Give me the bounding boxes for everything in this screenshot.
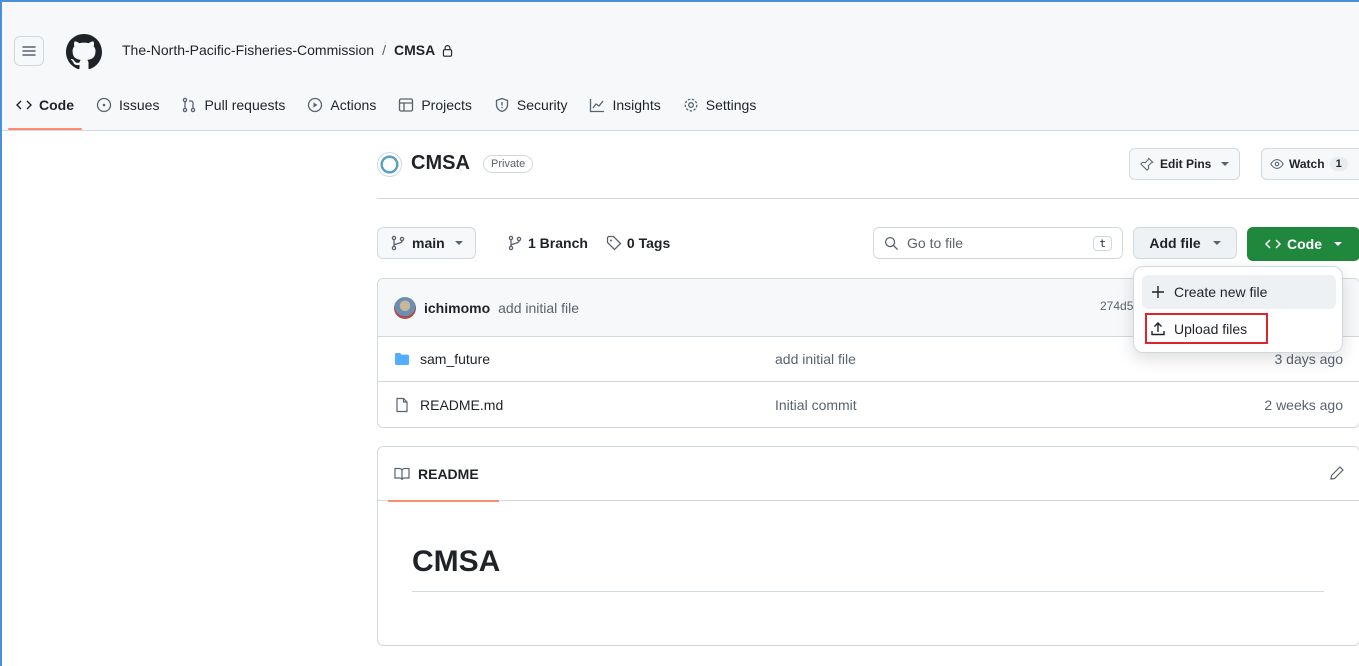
readme-body: CMSA <box>378 501 1359 592</box>
breadcrumb: The-North-Pacific-Fisheries-Commission /… <box>122 42 454 58</box>
branch-tag-info: 1 Branch 0 Tags <box>507 235 670 251</box>
plus-icon <box>1152 286 1164 298</box>
edit-pins-label: Edit Pins <box>1160 157 1212 171</box>
tab-actions[interactable]: Actions <box>299 86 384 124</box>
chevron-down-icon <box>1221 162 1230 166</box>
lock-icon <box>443 44 453 57</box>
readme-header: README <box>378 447 1359 502</box>
avatar[interactable] <box>394 296 416 319</box>
file-name[interactable]: sam_future <box>420 351 490 367</box>
code-icon <box>16 100 32 110</box>
go-to-file-input[interactable]: Go to file t <box>873 227 1123 259</box>
file-age: 3 days ago <box>1274 351 1344 367</box>
github-logo-icon[interactable] <box>66 34 102 70</box>
readme-tab[interactable]: README <box>388 447 499 502</box>
readme-tab-label: README <box>418 465 479 482</box>
table-icon <box>399 98 414 112</box>
owner-link[interactable]: The-North-Pacific-Fisheries-Commission <box>122 42 374 58</box>
tags-link[interactable]: 0 Tags <box>627 235 670 251</box>
issue-icon <box>96 97 112 113</box>
tab-security[interactable]: Security <box>486 86 576 124</box>
go-to-file-placeholder: Go to file <box>907 235 964 251</box>
main-content: CMSA Private Edit Pins Watch 1 main 1 Br <box>377 131 1359 666</box>
file-age: 2 weeks ago <box>1264 396 1343 413</box>
tab-label: Code <box>39 97 74 113</box>
page-frame: The-North-Pacific-Fisheries-Commission /… <box>0 0 1359 666</box>
play-icon <box>308 97 323 113</box>
shield-icon <box>495 97 509 113</box>
code-icon <box>1265 239 1281 249</box>
repo-title-bar: CMSA Private Edit Pins Watch 1 <box>377 131 1359 199</box>
edit-pins-button[interactable]: Edit Pins <box>1129 148 1241 180</box>
gear-icon <box>684 98 698 112</box>
tab-label: Actions <box>330 97 377 113</box>
tab-label: Issues <box>119 97 160 113</box>
tab-projects[interactable]: Projects <box>390 86 480 124</box>
tab-label: Settings <box>705 97 757 113</box>
create-new-file-item[interactable]: Create new file <box>1142 275 1336 309</box>
tab-label: Security <box>516 97 568 113</box>
repo-tabs: Code Issues Pull requests Actions Projec… <box>2 86 764 131</box>
repo-title: CMSA <box>411 152 470 174</box>
add-file-button[interactable]: Add file <box>1133 227 1237 259</box>
code-button-label: Code <box>1287 236 1322 252</box>
pin-icon <box>1140 157 1154 171</box>
tab-label: Projects <box>421 97 472 113</box>
chevron-down-icon <box>1334 242 1342 246</box>
file-commit-message[interactable]: add initial file <box>775 351 856 367</box>
branches-link[interactable]: 1 Branch <box>528 235 588 251</box>
graph-icon <box>590 99 605 113</box>
file-icon <box>396 397 408 412</box>
commit-hash[interactable]: 274d5 <box>1100 299 1133 313</box>
file-commit-message[interactable]: Initial commit <box>775 397 857 413</box>
keyboard-shortcut: t <box>1093 235 1112 251</box>
search-icon <box>884 236 899 250</box>
readme-heading: CMSA <box>412 545 1324 592</box>
visibility-badge: Private <box>483 155 534 173</box>
tab-code[interactable]: Code <box>8 86 82 130</box>
eye-icon <box>1270 159 1284 169</box>
readme-panel: README CMSA <box>377 446 1359 646</box>
repo-header: The-North-Pacific-Fisheries-Commission /… <box>2 2 1359 131</box>
branch-selector[interactable]: main <box>377 227 476 259</box>
pull-request-icon <box>183 97 196 113</box>
branch-icon <box>391 235 405 251</box>
hamburger-icon <box>22 46 36 56</box>
file-toolbar: main 1 Branch 0 Tags Go to file t Add fi… <box>377 227 1359 261</box>
commit-author[interactable]: ichimomo <box>424 300 490 316</box>
repo-link[interactable]: CMSA <box>394 42 435 58</box>
highlight-annotation <box>1145 313 1268 344</box>
branch-icon <box>508 235 522 251</box>
tab-label: Pull requests <box>204 97 286 113</box>
menu-button[interactable] <box>14 36 44 66</box>
watch-button[interactable]: Watch 1 <box>1261 148 1359 180</box>
commit-message[interactable]: add initial file <box>498 300 579 316</box>
chevron-down-icon <box>454 241 463 245</box>
repo-avatar <box>377 152 402 177</box>
folder-icon <box>395 353 409 365</box>
chevron-down-icon <box>1212 241 1221 245</box>
tab-issues[interactable]: Issues <box>88 86 167 124</box>
watch-label: Watch <box>1289 157 1325 171</box>
book-icon <box>394 467 410 480</box>
tab-pull-requests[interactable]: Pull requests <box>173 86 293 124</box>
table-row[interactable]: README.md Initial commit 2 weeks ago <box>378 382 1359 427</box>
breadcrumb-separator: / <box>382 42 386 58</box>
watch-count: 1 <box>1329 157 1348 171</box>
tab-label: Insights <box>612 97 661 113</box>
menu-item-label: Create new file <box>1174 284 1268 300</box>
pencil-icon[interactable] <box>1329 465 1345 481</box>
tag-icon <box>606 235 622 251</box>
branch-name: main <box>412 235 445 251</box>
code-button[interactable]: Code <box>1247 227 1359 261</box>
add-file-label: Add file <box>1149 235 1201 251</box>
tab-insights[interactable]: Insights <box>581 86 668 124</box>
file-name[interactable]: README.md <box>420 397 503 413</box>
tab-settings[interactable]: Settings <box>675 86 765 124</box>
